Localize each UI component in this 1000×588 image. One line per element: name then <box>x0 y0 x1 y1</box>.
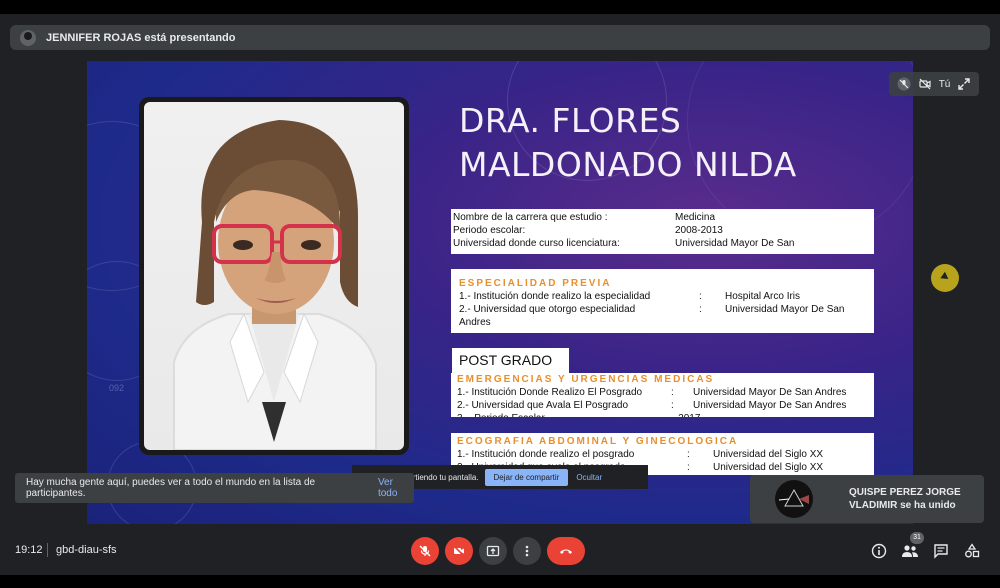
specialty-value: Universidad Mayor De San <box>725 304 845 315</box>
mic-toggle-button[interactable] <box>411 537 439 565</box>
self-tile-controls: Tú <box>889 72 979 96</box>
meeting-code: gbd-diau-sfs <box>56 544 117 556</box>
specialty-row-2: 2.- Universidad que otorgo especialidad … <box>459 303 870 316</box>
chat-icon <box>934 544 948 559</box>
info-row-university: Universidad donde curso licenciatura: Un… <box>453 237 874 250</box>
decor-dial-text: 092 <box>109 383 125 393</box>
joined-line-2: VLADIMIR se ha unido <box>849 500 956 511</box>
top-border <box>0 0 1000 14</box>
basic-info-box: Nombre de la carrera que estudio : Medic… <box>451 209 874 254</box>
ecografia-value: Universidad del Siglo XX <box>713 462 824 473</box>
photo-frame <box>139 97 409 455</box>
joined-text: QUISPE PEREZ JORGE VLADIMIR se ha unido <box>849 486 961 512</box>
ecografia-value: Universidad del Siglo XX <box>713 449 824 460</box>
activities-button[interactable] <box>962 541 982 561</box>
shared-slide: 092 DRA. FLORES MALDONADO NILDA Nombre d… <box>87 61 913 524</box>
specialty-row-1: 1.- Institución donde realizo la especia… <box>459 290 870 303</box>
clock: 19:12 <box>15 544 43 556</box>
chat-button[interactable] <box>931 541 951 561</box>
see-all-link[interactable]: Ver todo <box>378 477 414 499</box>
specialty-box: ESPECIALIDAD PREVIA 1.- Institución dond… <box>451 269 874 333</box>
ecografia-heading: ECOGRAFIA ABDOMINAL Y GINECOLOGICA <box>457 436 739 447</box>
participants-button[interactable]: 31 <box>900 532 924 561</box>
ecografia-sep: : <box>687 449 690 460</box>
specialty-heading: ESPECIALIDAD PREVIA <box>459 278 612 289</box>
info-value: Universidad Mayor De San <box>675 238 795 249</box>
specialty-label: 2.- Universidad que otorgo especialidad <box>459 304 636 315</box>
post-grado-label: POST GRADO <box>452 348 569 373</box>
emergencias-sep: : <box>671 400 674 411</box>
stop-sharing-button[interactable]: Dejar de compartir <box>484 468 569 486</box>
hang-up-icon <box>560 549 572 554</box>
mic-off-icon[interactable] <box>897 77 911 91</box>
more-options-button[interactable] <box>513 537 541 565</box>
meeting-details-button[interactable] <box>869 541 889 561</box>
doctor-portrait-illustration <box>173 120 377 450</box>
participants-count-badge: 31 <box>910 532 924 544</box>
ecografia-sep: : <box>687 462 690 473</box>
more-vert-icon <box>525 545 529 557</box>
presenter-avatar <box>20 29 36 46</box>
divider <box>47 543 48 557</box>
emergencias-row-3-clipped: 3.- Periodo Escolar 2017 <box>457 412 870 417</box>
emergencias-value: Universidad Mayor De San Andres <box>693 400 847 411</box>
hide-sharing-bar-button[interactable]: Ocultar <box>576 473 602 482</box>
doctor-photo <box>144 102 404 450</box>
expand-icon[interactable] <box>957 77 971 91</box>
presenting-text: JENNIFER ROJAS está presentando <box>46 31 236 44</box>
meet-window: JENNIFER ROJAS está presentando 092 DRA.… <box>0 0 1000 588</box>
emergencias-sep: : <box>671 387 674 398</box>
participant-joined-notification: QUISPE PEREZ JORGE VLADIMIR se ha unido <box>750 475 984 523</box>
bottom-border <box>0 575 1000 588</box>
specialty-label: 1.- Institución donde realizo la especia… <box>459 291 651 302</box>
bottom-control-bar: 19:12 gbd-diau-sfs 31 <box>0 530 1000 575</box>
camera-off-icon <box>453 545 465 557</box>
title-line-1: DRA. FLORES <box>459 101 682 140</box>
self-label: Tú <box>938 78 951 90</box>
presenting-bar: JENNIFER ROJAS está presentando <box>10 25 990 50</box>
people-icon <box>902 545 918 557</box>
camera-off-icon[interactable] <box>918 77 932 91</box>
emergencias-row-2: 2.- Universidad que Avala El Posgrado : … <box>457 399 870 412</box>
emergencias-label: 1.- Institución Donde Realizo El Posgrad… <box>457 387 643 398</box>
toast-text: Hay mucha gente aquí, puedes ver a todo … <box>26 477 316 499</box>
info-value: Medicina <box>675 212 716 223</box>
pointer-cursor-icon <box>931 264 959 292</box>
ecografia-label: 1.- Institución donde realizo el posgrad… <box>457 449 635 460</box>
specialty-sep: : <box>699 304 702 315</box>
participants-toast: Hay mucha gente aquí, puedes ver a todo … <box>15 473 414 503</box>
present-screen-icon <box>486 545 500 557</box>
emergencias-heading: EMERGENCIAS Y URGENCIAS MEDICAS <box>457 374 715 385</box>
info-row-career: Nombre de la carrera que estudio : Medic… <box>453 211 874 224</box>
info-icon <box>871 543 887 559</box>
info-label: Nombre de la carrera que estudio : <box>453 212 608 223</box>
info-value: 2008-2013 <box>675 225 723 236</box>
title-line-2: MALDONADO NILDA <box>459 145 797 184</box>
emergencias-label: 2.- Universidad que Avala El Posgrado <box>457 400 629 411</box>
mic-off-icon <box>419 545 431 557</box>
joined-participant-avatar <box>775 480 813 518</box>
leave-call-button[interactable] <box>547 537 585 565</box>
emergencias-row-1: 1.- Institución Donde Realizo El Posgrad… <box>457 386 870 399</box>
present-now-button[interactable] <box>479 537 507 565</box>
slide-title: DRA. FLORES MALDONADO NILDA <box>459 99 899 187</box>
info-label: Periodo escolar: <box>453 225 526 236</box>
emergencias-box: EMERGENCIAS Y URGENCIAS MEDICAS 1.- Inst… <box>451 373 874 417</box>
info-row-period: Periodo escolar: 2008-2013 <box>453 224 874 237</box>
ecografia-row-1: 1.- Institución donde realizo el posgrad… <box>457 448 870 461</box>
emergencias-value: Universidad Mayor De San Andres <box>693 387 847 398</box>
camera-toggle-button[interactable] <box>445 537 473 565</box>
info-label: Universidad donde curso licenciatura: <box>453 238 620 249</box>
specialty-continuation: Andres <box>459 317 491 328</box>
specialty-sep: : <box>699 291 702 302</box>
activities-shapes-icon <box>965 543 980 558</box>
joined-line-1: QUISPE PEREZ JORGE <box>849 487 961 498</box>
specialty-value: Hospital Arco Iris <box>725 291 801 302</box>
